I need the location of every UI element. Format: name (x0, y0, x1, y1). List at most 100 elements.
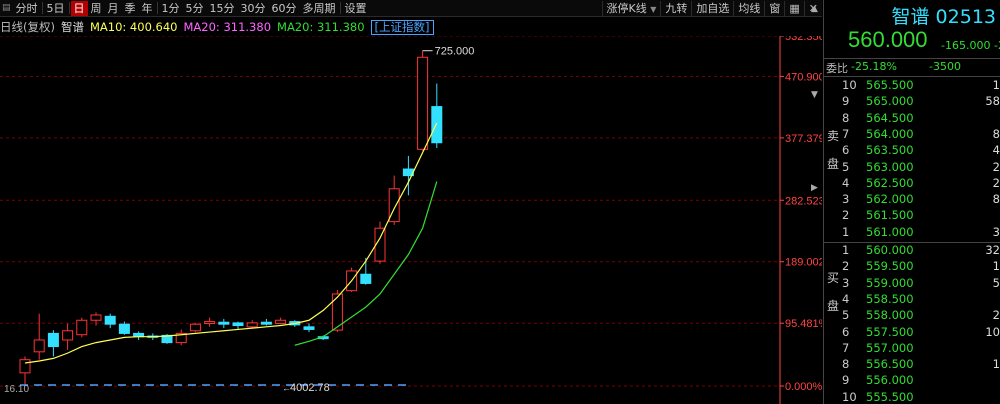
tab-multi-period[interactable]: 多周期 (300, 1, 339, 16)
candle-up (275, 319, 287, 325)
ask-row[interactable]: 9 565.000 58 (842, 94, 1000, 109)
candle-down (360, 273, 372, 284)
chart-mode-icon[interactable]: ▤ (0, 3, 13, 13)
orderbook-price: 563.500 (866, 143, 914, 158)
candle-up (417, 56, 429, 150)
ask-row[interactable]: 8 564.500 (842, 111, 1000, 126)
nine-turn-button[interactable]: 九转 (660, 1, 691, 16)
period-label: 日线(复权) (0, 20, 55, 34)
tab-yearly[interactable]: 年 (139, 1, 156, 16)
bid-row[interactable]: 4 558.500 (842, 292, 1000, 307)
limit-up-kline-label: 涨停K线 (606, 2, 647, 15)
orderbook-vol (926, 208, 1000, 223)
window-button[interactable]: 窗 (764, 1, 784, 16)
orderbook-vol: 1 (992, 78, 1000, 92)
high-price-label: 725.000 (435, 46, 475, 58)
tab-daily[interactable]: 日 (70, 0, 88, 16)
candle-down (431, 106, 443, 144)
low-value-label: 16.10 (4, 384, 29, 395)
moving-average-button[interactable]: 均线 (733, 1, 764, 16)
bid-row[interactable]: 5 558.000 2 (842, 308, 1000, 323)
orderbook-vol: 3 (992, 224, 1000, 239)
orderbook-level: 10 (842, 78, 857, 92)
tab-weekly[interactable]: 周 (88, 1, 105, 16)
ask-row[interactable]: 3 562.000 8 (842, 192, 1000, 207)
kline-chart[interactable]: 532.356% 470.900% 377.379% 282.523% 189.002%… (0, 36, 822, 404)
bid-row[interactable]: 2 559.500 1 (842, 259, 1000, 274)
tab-5day[interactable]: 5日 (44, 1, 68, 16)
tab-5min[interactable]: 5分 (183, 1, 207, 16)
collapse-right-icon[interactable]: ▶ (811, 183, 818, 193)
orderbook-level: 9 (842, 94, 850, 109)
ask-row[interactable]: 7 564.000 8 (842, 127, 1000, 142)
ask-row[interactable]: 2 561.500 (842, 208, 1000, 223)
orderbook-level: 7 (842, 340, 850, 355)
tab-15min[interactable]: 15分 (207, 1, 238, 16)
bid-row[interactable]: 10 555.500 (842, 390, 1000, 404)
candle-up (19, 359, 31, 374)
orderbook-level: 5 (842, 308, 850, 323)
tab-60min[interactable]: 60分 (269, 1, 300, 16)
bid-row[interactable]: 1 560.000 32 (842, 243, 1000, 258)
orderbook-level: 4 (842, 175, 850, 190)
toolbar-divider (156, 2, 158, 14)
ask-label-2: 盘 (826, 157, 839, 171)
settings-button[interactable]: 设置 (342, 1, 370, 16)
orderbook-level: 3 (842, 275, 850, 290)
y-axis-label: 377.379% (785, 133, 822, 145)
orderbook-level: 2 (842, 208, 850, 223)
bid-row[interactable]: 3 559.000 5 (842, 276, 1000, 291)
ask-row[interactable]: 5 563.000 2 (842, 160, 1000, 175)
tab-intraday[interactable]: 分时 (13, 1, 41, 16)
orderbook-vol: 2 (992, 159, 1000, 174)
tab-quarterly[interactable]: 季 (122, 1, 139, 16)
candle-down (47, 332, 59, 348)
orderbook-level: 6 (842, 143, 850, 158)
ask-label-1: 卖 (826, 129, 839, 143)
add-watchlist-button[interactable]: 加自选 (691, 1, 733, 16)
candle-down (218, 321, 230, 325)
scroll-up-icon[interactable]: ▲ (811, 4, 818, 14)
orderbook-price: 564.500 (866, 110, 914, 125)
orderbook-price: 561.000 (866, 224, 914, 239)
divider (824, 76, 1000, 77)
orderbook-vol: 1 (992, 259, 1000, 274)
stock-name-label: 智谱 (60, 20, 84, 34)
orderbook-price: 562.500 (866, 175, 914, 190)
bid-label-1: 买 (826, 271, 839, 285)
orderbook-price: 555.500 (866, 389, 914, 404)
limit-up-kline-dropdown[interactable]: 涨停K线 ▼ (601, 1, 661, 16)
tab-1min[interactable]: 1分 (159, 1, 183, 16)
order-ratio-row: 委比 -25.18% -3500 (826, 60, 961, 75)
ask-row[interactable]: 1 561.000 3 (842, 225, 1000, 240)
ask-row[interactable]: 6 563.500 4 (842, 143, 1000, 158)
candle-up (189, 323, 201, 332)
last-price: 560.000 (848, 27, 928, 52)
orderbook-level: 10 (842, 389, 857, 404)
ask-row[interactable]: 10 565.500 1 (842, 78, 1000, 93)
orderbook-level: 1 (842, 243, 850, 257)
ask-row[interactable]: 4 562.500 2 (842, 176, 1000, 191)
orderbook-level: 2 (842, 259, 850, 274)
orderbook-price: 563.000 (866, 159, 914, 174)
orderbook-vol: 1 (992, 357, 1000, 372)
bid-label-2: 盘 (826, 299, 839, 313)
y-axis-label: 0.000% (785, 381, 822, 393)
toolbar-right-group: 涨停K线 ▼ 九转 加自选 均线 窗 ▦ ✕ (601, 0, 823, 17)
orderbook-vol (926, 373, 1000, 388)
bid-row[interactable]: 7 557.000 (842, 341, 1000, 356)
grid-view-icon[interactable]: ▦ (784, 1, 803, 16)
overlay-index-button[interactable]: [上证指数] (370, 19, 434, 35)
toolbar-divider (41, 2, 43, 14)
order-diff-value: -3500 (929, 60, 961, 73)
orderbook-price: 561.500 (866, 208, 914, 223)
y-axis-label: 282.523% (785, 195, 822, 207)
tab-monthly[interactable]: 月 (105, 1, 122, 16)
bid-row[interactable]: 6 557.500 10 (842, 325, 1000, 340)
bid-row[interactable]: 9 556.000 (842, 373, 1000, 388)
scroll-down-icon[interactable]: ▼ (811, 90, 818, 100)
bid-row[interactable]: 8 556.500 1 (842, 357, 1000, 372)
ma10-value: MA10: 400.640 (89, 20, 178, 34)
order-ratio-label: 委比 (826, 62, 848, 75)
tab-30min[interactable]: 30分 (238, 1, 269, 16)
